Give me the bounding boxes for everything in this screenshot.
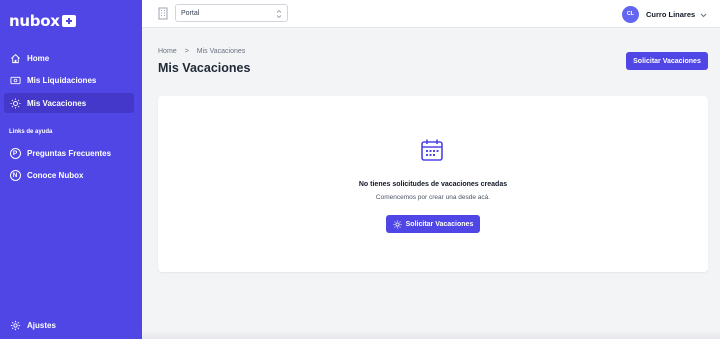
sidebar-item-mis-liquidaciones[interactable]: Mis Liquidaciones bbox=[4, 70, 134, 90]
sidebar-item-label: Conoce Nubox bbox=[27, 170, 84, 180]
sidebar-item-label: Mis Vacaciones bbox=[27, 98, 87, 108]
user-menu[interactable]: CL Curro Linares bbox=[622, 5, 707, 23]
gear-icon bbox=[9, 319, 21, 331]
avatar: CL bbox=[622, 5, 639, 23]
nubox-letter-icon: N bbox=[9, 169, 21, 181]
sidebar-item-label: Mis Liquidaciones bbox=[27, 75, 97, 85]
calendar-icon bbox=[420, 138, 444, 167]
sidebar-item-label: Ajustes bbox=[27, 320, 56, 330]
portal-select-value: Portal bbox=[181, 9, 200, 17]
sidebar-item-home[interactable]: Home bbox=[4, 48, 134, 68]
breadcrumb: Home > Mis Vacaciones bbox=[158, 48, 245, 55]
building-icon bbox=[158, 7, 168, 25]
button-label: Solicitar Vacaciones bbox=[405, 220, 474, 228]
help-links-heading: Links de ayuda bbox=[9, 129, 53, 135]
empty-state-title: No tienes solicitudes de vacaciones crea… bbox=[358, 181, 508, 188]
chevron-down-icon bbox=[700, 5, 707, 23]
solicitar-vacaciones-button[interactable]: Solicitar Vacaciones bbox=[626, 52, 708, 70]
home-icon bbox=[9, 52, 21, 64]
sun-icon bbox=[393, 219, 402, 229]
bottom-edge bbox=[142, 331, 720, 339]
sidebar-item-ajustes[interactable]: Ajustes bbox=[4, 315, 134, 335]
select-arrows-icon bbox=[276, 9, 282, 21]
breadcrumb-current: Mis Vacaciones bbox=[196, 48, 246, 55]
sidebar-item-mis-vacaciones[interactable]: Mis Vacaciones bbox=[4, 93, 134, 113]
sidebar-item-conoce-nubox[interactable]: N Conoce Nubox bbox=[4, 165, 134, 185]
sidebar-item-label: Preguntas Frecuentes bbox=[27, 148, 112, 158]
portal-select[interactable]: Portal bbox=[175, 4, 288, 22]
top-bar: Portal CL Curro Linares bbox=[142, 0, 720, 28]
empty-state-subtitle: Comencemos por crear una desde acá. bbox=[375, 194, 491, 201]
sidebar-item-label: Home bbox=[27, 53, 50, 63]
page-title: Mis Vacaciones bbox=[158, 61, 251, 75]
faq-letter-icon: P bbox=[9, 147, 21, 159]
sun-icon bbox=[9, 97, 21, 109]
sidebar: nubox Home Mis Liquidaciones Mis Vacacio… bbox=[0, 0, 142, 339]
payslip-icon bbox=[9, 74, 21, 86]
breadcrumb-separator: > bbox=[184, 48, 189, 55]
nubox-logo[interactable]: nubox bbox=[9, 12, 76, 30]
empty-state-card: No tienes solicitudes de vacaciones crea… bbox=[158, 96, 708, 272]
user-name: Curro Linares bbox=[646, 9, 696, 19]
logo-plus-icon bbox=[61, 15, 76, 27]
sidebar-item-preguntas-frecuentes[interactable]: P Preguntas Frecuentes bbox=[4, 143, 134, 163]
breadcrumb-home[interactable]: Home bbox=[158, 48, 177, 55]
logo-text: nubox bbox=[9, 12, 60, 30]
solicitar-vacaciones-empty-button[interactable]: Solicitar Vacaciones bbox=[386, 215, 480, 233]
